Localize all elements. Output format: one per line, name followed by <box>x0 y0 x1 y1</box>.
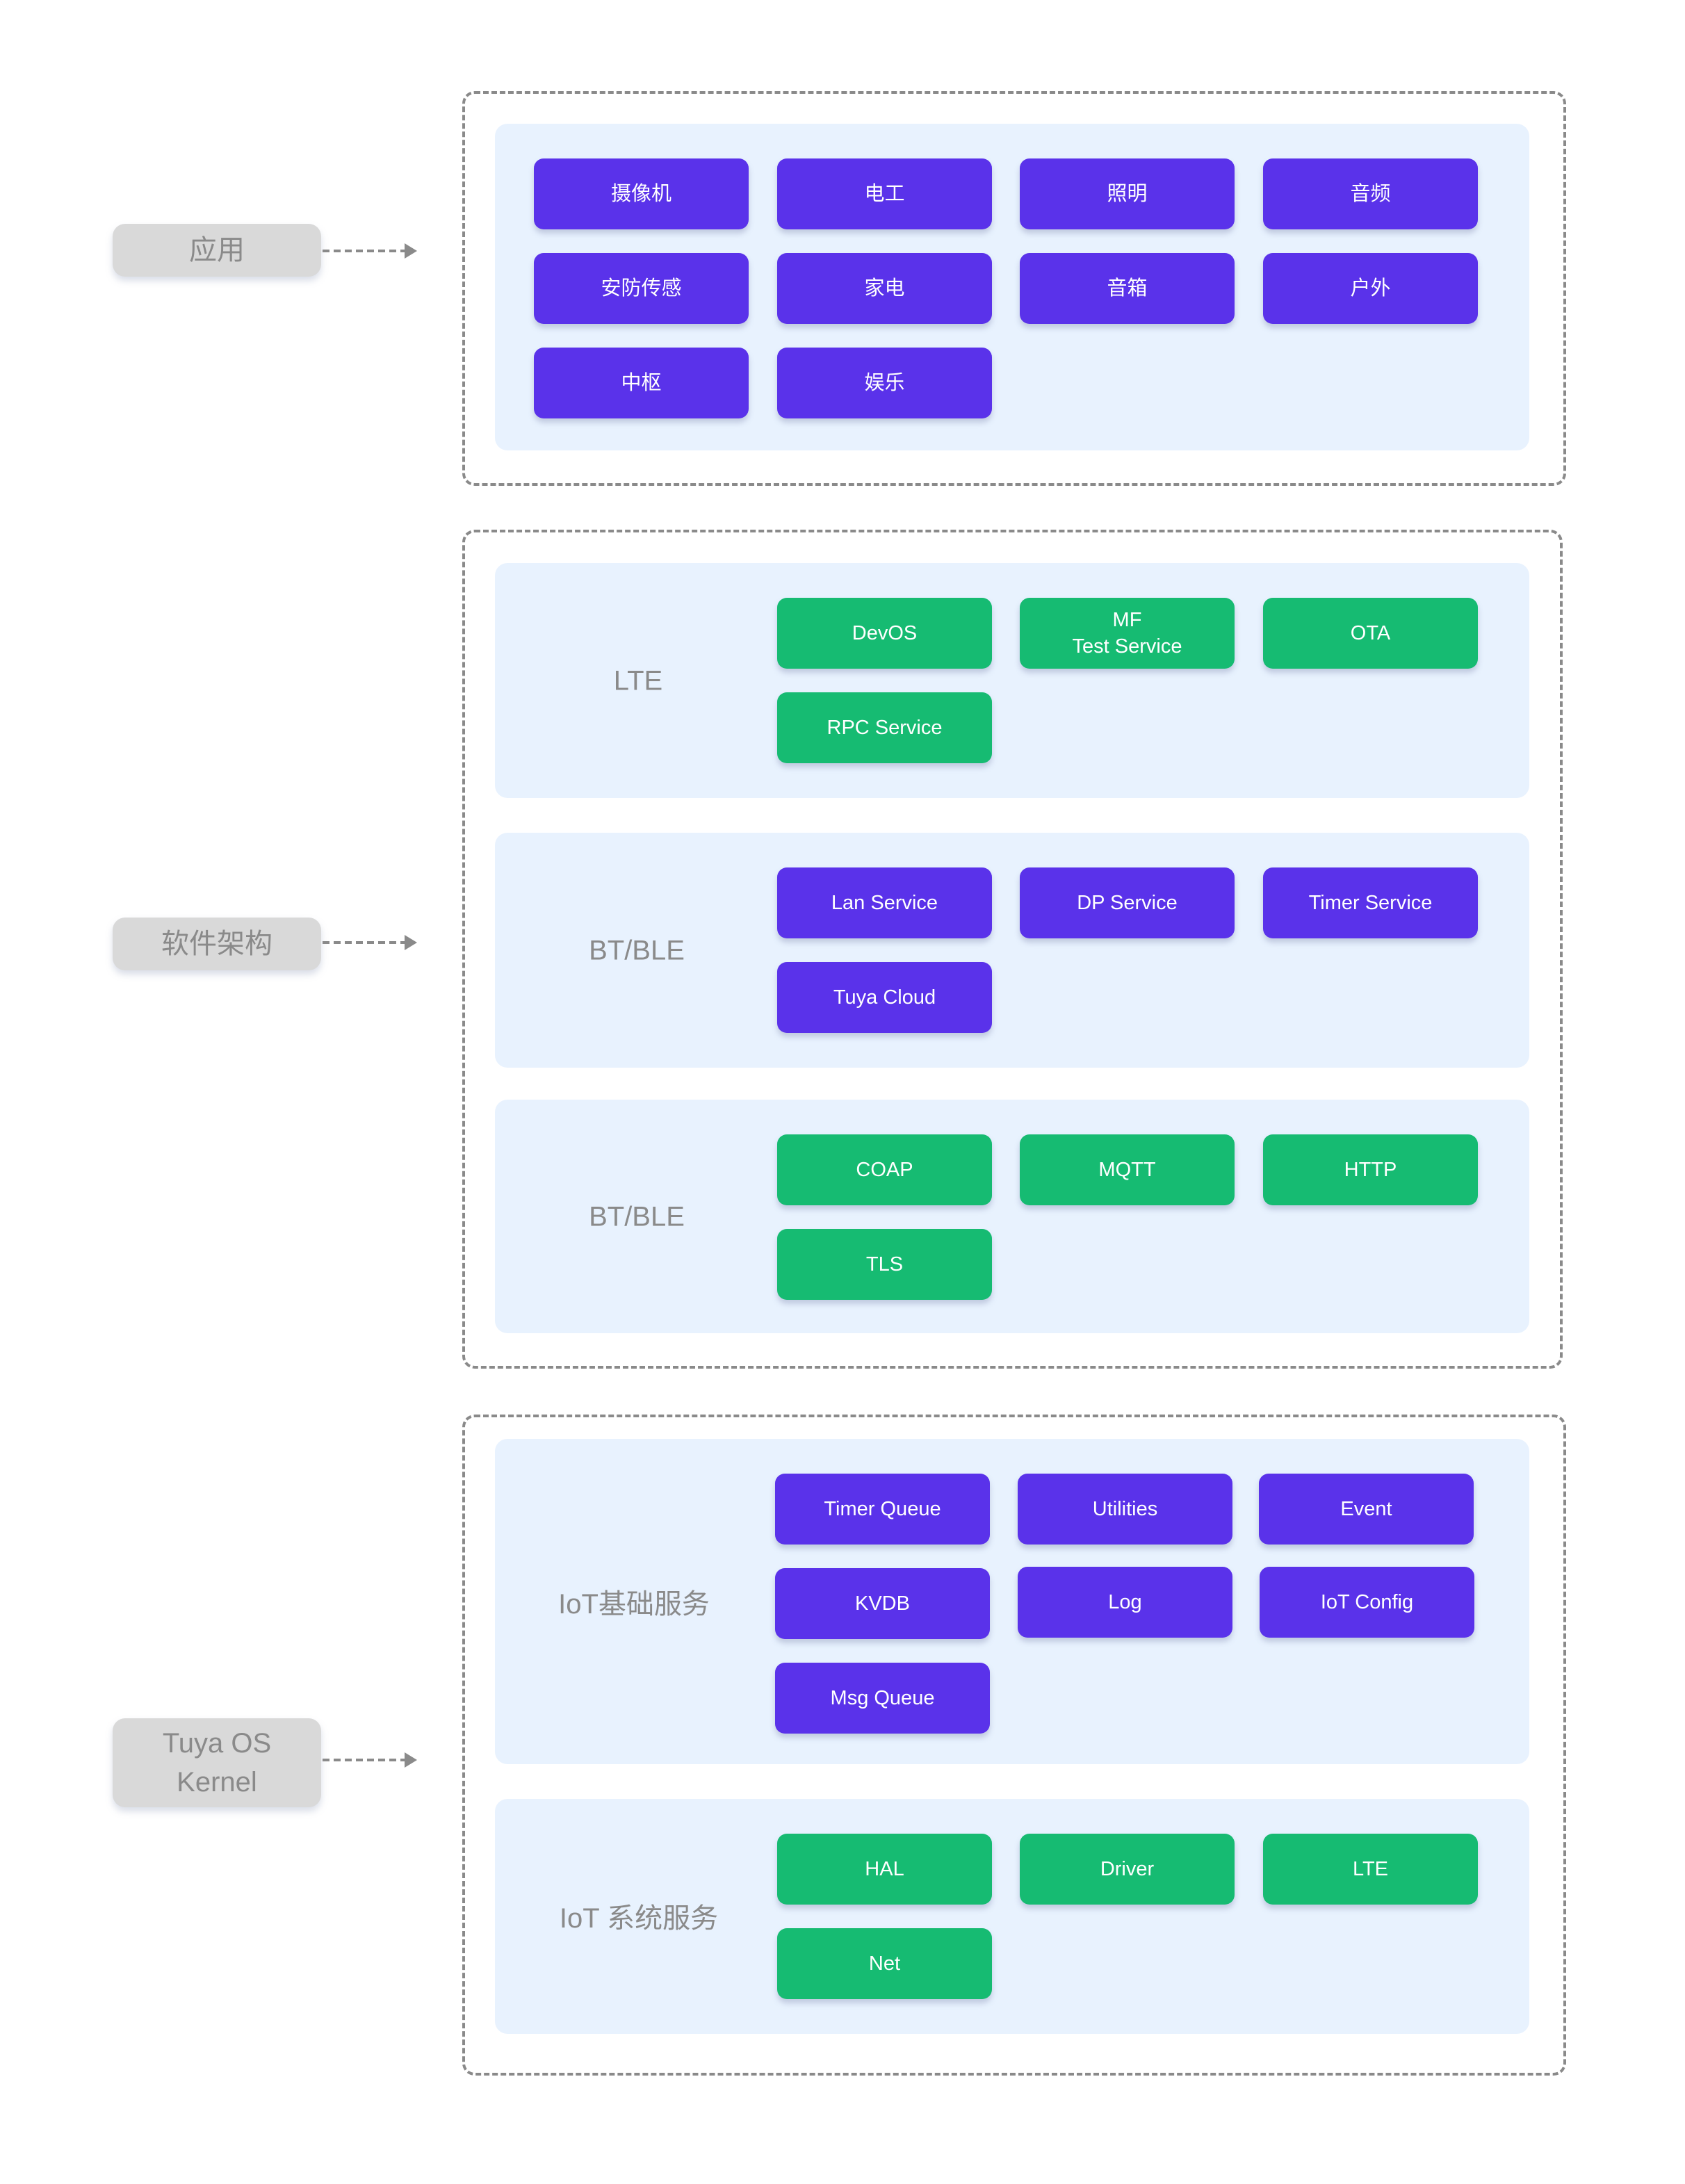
module-log[interactable]: Log <box>1018 1567 1232 1638</box>
module-tls[interactable]: TLS <box>777 1229 992 1300</box>
module-timer-queue[interactable]: Timer Queue <box>775 1474 990 1545</box>
module-audio[interactable]: 音频 <box>1263 158 1478 229</box>
module-kvdb[interactable]: KVDB <box>775 1568 990 1639</box>
module-electrical[interactable]: 电工 <box>777 158 992 229</box>
module-driver[interactable]: Driver <box>1020 1834 1235 1905</box>
tier-label-software-architecture: 软件架构 <box>113 918 321 970</box>
module-devos[interactable]: DevOS <box>777 598 992 669</box>
module-dp-service[interactable]: DP Service <box>1020 867 1235 938</box>
dashed-arrow-icon <box>323 935 417 950</box>
section-label-iot-system-services: IoT 系统服务 <box>559 1903 719 1934</box>
module-event[interactable]: Event <box>1259 1474 1474 1545</box>
module-msg-queue[interactable]: Msg Queue <box>775 1663 990 1734</box>
module-lighting[interactable]: 照明 <box>1020 158 1235 229</box>
section-label-bt-ble: BT/BLE <box>589 1201 685 1232</box>
module-rpc-service[interactable]: RPC Service <box>777 692 992 763</box>
section-label-lte: LTE <box>613 665 663 696</box>
module-security-sensor[interactable]: 安防传感 <box>534 253 749 324</box>
module-entertainment[interactable]: 娱乐 <box>777 348 992 418</box>
module-speaker[interactable]: 音箱 <box>1020 253 1235 324</box>
module-coap[interactable]: COAP <box>777 1134 992 1205</box>
module-ota[interactable]: OTA <box>1263 598 1478 669</box>
module-iot-config[interactable]: IoT Config <box>1260 1567 1474 1638</box>
module-http[interactable]: HTTP <box>1263 1134 1478 1205</box>
module-outdoor[interactable]: 户外 <box>1263 253 1478 324</box>
section-label-bt-ble: BT/BLE <box>589 935 685 966</box>
tier-label-application: 应用 <box>113 224 321 277</box>
module-appliance[interactable]: 家电 <box>777 253 992 324</box>
dashed-arrow-icon <box>323 1752 417 1768</box>
module-timer-service[interactable]: Timer Service <box>1263 867 1478 938</box>
module-mf-test-service[interactable]: MF Test Service <box>1020 598 1235 669</box>
module-camera[interactable]: 摄像机 <box>534 158 749 229</box>
module-lan-service[interactable]: Lan Service <box>777 867 992 938</box>
tier-label-tuya-os-kernel: Tuya OS Kernel <box>113 1718 321 1807</box>
module-lte[interactable]: LTE <box>1263 1834 1478 1905</box>
module-hub[interactable]: 中枢 <box>534 348 749 418</box>
module-net[interactable]: Net <box>777 1928 992 1999</box>
module-hal[interactable]: HAL <box>777 1834 992 1905</box>
module-mqtt[interactable]: MQTT <box>1020 1134 1235 1205</box>
dashed-arrow-icon <box>323 243 417 259</box>
module-tuya-cloud[interactable]: Tuya Cloud <box>777 962 992 1033</box>
module-utilities[interactable]: Utilities <box>1018 1474 1232 1545</box>
section-label-iot-base-services: IoT基础服务 <box>558 1589 710 1620</box>
